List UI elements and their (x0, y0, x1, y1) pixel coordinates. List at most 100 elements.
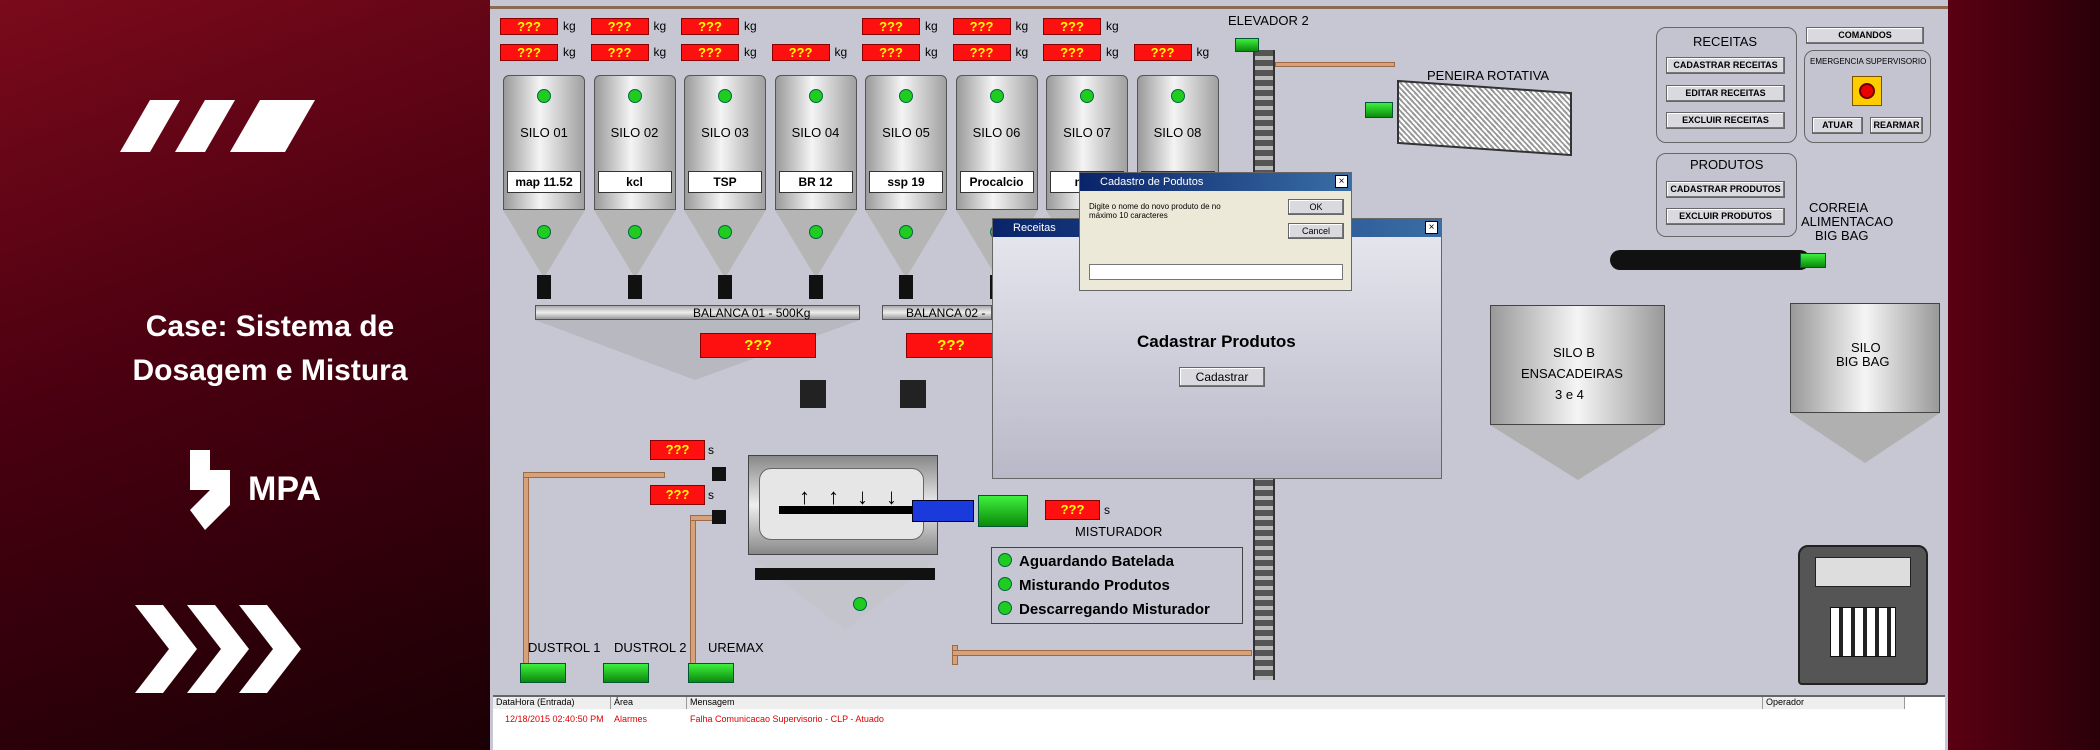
silo-b-label-3: 3 e 4 (1555, 387, 1584, 402)
cadastro-titlebar[interactable]: Cadastro de Podutos (1080, 173, 1351, 191)
silo-b-label-2: ENSACADEIRAS (1521, 366, 1623, 381)
silo-name: SILO 01 (520, 125, 568, 140)
silo-top-led (989, 89, 1004, 103)
right-background-bar (1948, 0, 2100, 750)
col-datahora[interactable]: DataHora (Entrada) (493, 697, 611, 709)
ok-button[interactable]: OK (1288, 199, 1344, 215)
dustrol-2-pump[interactable] (603, 663, 649, 683)
silo-product: kcl (597, 171, 672, 193)
silo-bottom-led (718, 225, 732, 239)
status-led-1 (998, 553, 1012, 567)
uremax-pump[interactable] (688, 663, 734, 683)
silo-outlet (899, 275, 913, 299)
editar-receitas-button[interactable]: EDITAR RECEITAS (1666, 85, 1785, 102)
silo-top-led (718, 89, 732, 103)
silo-product: Procalcio (959, 171, 1034, 193)
silo-name: SILO 06 (972, 125, 1021, 140)
silo-cone (684, 210, 766, 278)
cadastro-close-button[interactable]: × (1335, 175, 1348, 188)
silo-bottom-led (627, 225, 642, 239)
silo-weight-unit: kg (1015, 45, 1029, 59)
silo-weight-unit: kg (1196, 45, 1210, 59)
silo-product: TSP (688, 171, 762, 193)
produtos-title: PRODUTOS (1690, 157, 1764, 172)
silo-bigbag-label-2: BIG BAG (1836, 354, 1890, 369)
pipe-mid-vertical (690, 515, 696, 675)
dustrol-2-label: DUSTROL 2 (614, 640, 687, 655)
silo-weight-display: ??? (952, 44, 1011, 61)
balanca-02-outlet (900, 380, 926, 408)
correia-motor[interactable] (1800, 253, 1826, 268)
silo-outlet (718, 275, 732, 299)
valve-2[interactable] (712, 510, 726, 524)
case-title: Case: Sistema de Dosagem e Mistura (0, 305, 540, 393)
col-operador[interactable]: Operador (1763, 697, 1905, 709)
silo-cone (865, 210, 947, 278)
status-misturando: Misturando Produtos (1019, 577, 1170, 594)
correia-belt[interactable] (1610, 250, 1810, 270)
elevador-motor[interactable] (1235, 38, 1259, 52)
emergency-stop-button[interactable] (1852, 76, 1882, 106)
emergencia-label: EMERGENCIA SUPERVISORIO (1810, 57, 1927, 66)
valve-1[interactable] (712, 467, 726, 481)
mixer[interactable]: ↑↑↓↓ (748, 455, 938, 555)
silo-weight-unit: kg (744, 45, 757, 59)
alarm-datetime[interactable]: 12/18/2015 02:40:50 PM (505, 714, 604, 724)
rearmar-button[interactable]: REARMAR (1870, 117, 1923, 134)
cadastrar-receitas-button[interactable]: CADASTRAR RECEITAS (1666, 57, 1785, 74)
silo-product: map 11.52 (507, 171, 581, 193)
silo-weight-display: ??? (590, 18, 649, 35)
alarm-area[interactable]: Alarmes (614, 714, 647, 724)
cancel-button[interactable]: Cancel (1288, 223, 1344, 239)
silo-bigbag-cone (1790, 413, 1940, 463)
peneira-rotativa[interactable] (1397, 79, 1572, 157)
pipe-elevator-peneira (1275, 62, 1395, 67)
silo-weight-unit: kg (925, 45, 938, 59)
dustrol-timer-1: ??? (650, 440, 705, 460)
status-panel: Aguardando Batelada Misturando Produtos … (991, 547, 1243, 624)
balanca-01-outlet (800, 380, 826, 408)
silo-weight-unit: kg (563, 45, 576, 59)
excluir-produtos-button[interactable]: EXCLUIR PRODUTOS (1666, 208, 1785, 225)
dustrol-1-pump[interactable] (520, 663, 566, 683)
silo-name: SILO 08 (1153, 125, 1202, 140)
silo-weight-display: ??? (590, 44, 649, 61)
silo-weight-display: ??? (681, 18, 739, 35)
alarm-message[interactable]: Falha Comunicacao Supervisorio - CLP - A… (690, 714, 884, 724)
chevrons-right-icon (135, 605, 301, 693)
mixer-motor[interactable] (978, 495, 1028, 527)
silo-b[interactable] (1490, 305, 1665, 425)
col-mensagem[interactable]: Mensagem (687, 697, 1763, 709)
col-area[interactable]: Área (611, 697, 687, 709)
balanca-01-label: BALANCA 01 - 500Kg (693, 306, 811, 320)
excluir-receitas-button[interactable]: EXCLUIR RECEITAS (1666, 112, 1785, 129)
dustrol-timer-2: ??? (650, 485, 705, 505)
cadastrar-produtos-button[interactable]: CADASTRAR PRODUTOS (1666, 181, 1785, 198)
silo-weight-display: ??? (952, 18, 1011, 35)
silo-cone (593, 210, 676, 278)
mixer-discharge-led (853, 597, 867, 611)
silo-weight-unit: kg (653, 19, 667, 33)
balanca-01-value: ??? (700, 333, 816, 358)
receitas-close-button[interactable]: × (1425, 221, 1438, 234)
silo-weight-display: ??? (862, 18, 920, 35)
pipe-mixer-to-elevator (952, 650, 1252, 656)
product-name-input[interactable] (1089, 264, 1343, 280)
silo-weight-unit: kg (925, 19, 938, 33)
truck-grille (1830, 607, 1896, 657)
silo-top-led (627, 89, 642, 103)
cadastrar-button[interactable]: Cadastrar (1179, 367, 1265, 387)
misturador-label: MISTURADOR (1075, 524, 1163, 539)
silo-b-label-1: SILO B (1553, 345, 1595, 360)
stripes-logo-icon (120, 100, 315, 152)
silo-product: ssp 19 (869, 171, 943, 193)
silo-weight-display: ??? (862, 44, 920, 61)
peneira-motor[interactable] (1365, 102, 1393, 118)
cadastro-prompt: Digite o nome do novo produto de no máxi… (1089, 202, 1221, 220)
silo-top-led (1080, 89, 1094, 103)
case-title-line2: Dosagem e Mistura (132, 354, 408, 387)
atuar-button[interactable]: ATUAR (1812, 117, 1863, 134)
top-conveyor-line (490, 6, 1948, 9)
silo-bigbag-label-1: SILO (1851, 340, 1881, 355)
status-led-2 (998, 577, 1012, 591)
